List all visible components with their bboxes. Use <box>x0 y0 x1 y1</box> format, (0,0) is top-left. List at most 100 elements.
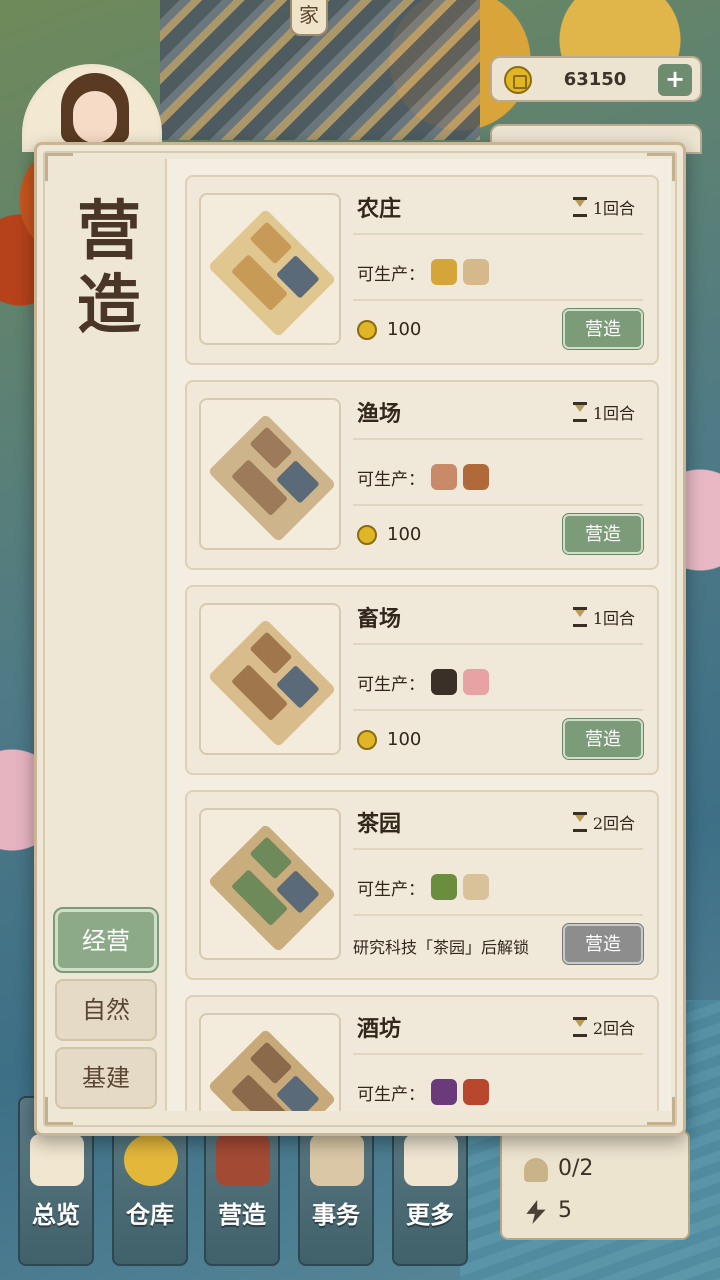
build-duration: 1回合 <box>572 605 635 629</box>
duration-text: 2回合 <box>592 1019 635 1038</box>
building-list[interactable]: 农庄 1回合 可生产： 100 营造 渔场 1回合 可生产： 100 营造 畜场 1回合 可生产： 100… <box>165 159 671 1111</box>
building-name: 渔场 <box>357 401 402 427</box>
workers-count: 0/2 <box>558 1156 594 1181</box>
lightning-icon <box>526 1200 546 1224</box>
cost-value: 100 <box>387 729 422 750</box>
building-thumbnail <box>199 808 341 960</box>
building-name: 茶园 <box>357 811 402 837</box>
hourglass-icon <box>572 607 587 627</box>
shell-icon <box>463 464 489 490</box>
produce-label: 可生产： <box>357 879 425 900</box>
hourglass-icon <box>572 812 587 832</box>
building-illustration <box>207 823 337 953</box>
building-name: 农庄 <box>357 196 402 222</box>
gold-amount: 63150 <box>563 69 627 90</box>
building-name: 酒坊 <box>357 1016 402 1042</box>
build-button[interactable]: 营造 <box>562 513 644 555</box>
family-tag[interactable]: 家 <box>290 0 328 36</box>
gold-coin-icon <box>504 66 532 94</box>
produce-label: 可生产： <box>357 264 425 285</box>
build-button[interactable]: 营造 <box>562 718 644 760</box>
building-illustration <box>207 618 337 748</box>
warehouse-icon <box>124 1134 178 1186</box>
card-divider <box>353 299 643 301</box>
building-card[interactable]: 畜场 1回合可生产： 100 营造 <box>185 585 659 775</box>
category-sidebar: 营造 经营 自然 基建 <box>47 159 165 1111</box>
hourglass-icon <box>572 402 587 422</box>
tea-leaf-icon <box>431 874 457 900</box>
tab-business[interactable]: 经营 <box>53 907 159 973</box>
produce-row: 可生产： <box>357 1079 489 1105</box>
building-thumbnail <box>199 603 341 755</box>
portrait-face <box>73 91 117 143</box>
flour-sack-icon <box>463 259 489 285</box>
cost-value: 100 <box>387 319 422 340</box>
hourglass-icon <box>572 1017 587 1037</box>
card-divider <box>353 233 643 235</box>
produce-label: 可生产： <box>357 469 425 490</box>
resource-panel: 0/2 5 <box>500 1130 690 1240</box>
build-cost: 100 <box>357 729 421 750</box>
duration-text: 2回合 <box>592 814 635 833</box>
nav-build-label: 营造 <box>218 1200 266 1229</box>
tab-nature[interactable]: 自然 <box>55 979 157 1041</box>
duration-text: 1回合 <box>592 609 635 628</box>
duration-text: 1回合 <box>592 404 635 423</box>
building-thumbnail <box>199 193 341 345</box>
energy-count: 5 <box>558 1198 572 1223</box>
building-card[interactable]: 渔场 1回合可生产： 100 营造 <box>185 380 659 570</box>
wine-jar-icon <box>463 1079 489 1105</box>
duration-text: 1回合 <box>592 199 635 218</box>
tab-infrastructure[interactable]: 基建 <box>55 1047 157 1109</box>
produce-row: 可生产： <box>357 669 489 695</box>
tea-cake-icon <box>463 874 489 900</box>
overview-icon <box>30 1134 84 1186</box>
grape-icon <box>431 1079 457 1105</box>
card-divider <box>353 504 643 506</box>
card-divider <box>353 438 643 440</box>
card-divider <box>353 914 643 916</box>
wheat-icon <box>431 259 457 285</box>
nav-affairs-label: 事务 <box>312 1200 360 1229</box>
building-card[interactable]: 农庄 1回合可生产： 100 营造 <box>185 175 659 365</box>
build-duration: 1回合 <box>572 195 635 219</box>
more-icon <box>404 1134 458 1186</box>
card-divider <box>353 848 643 850</box>
card-divider <box>353 1053 643 1055</box>
gold-coin-icon <box>357 729 377 750</box>
card-divider <box>353 643 643 645</box>
produce-label: 可生产： <box>357 674 425 695</box>
cow-icon <box>431 669 457 695</box>
nav-overview-label: 总览 <box>32 1200 80 1229</box>
produce-row: 可生产： <box>357 259 489 285</box>
gold-coin-icon <box>357 524 377 545</box>
produce-row: 可生产： <box>357 464 489 490</box>
gold-coin-icon <box>357 319 377 340</box>
building-card[interactable]: 酒坊 2回合可生产： <box>185 995 659 1111</box>
unlock-requirement: 研究科技「茶园」后解锁 <box>353 938 530 957</box>
build-duration: 2回合 <box>572 810 635 834</box>
building-illustration <box>207 413 337 543</box>
building-illustration <box>207 1028 337 1111</box>
add-gold-button[interactable]: + <box>658 64 692 96</box>
build-cost: 100 <box>357 524 421 545</box>
building-thumbnail <box>199 1013 341 1111</box>
building-name: 畜场 <box>357 606 402 632</box>
build-panel: 营造 经营 自然 基建 农庄 1回合 可生产： 100 营造 渔场 1回合 可生产： 100 营造… <box>34 142 686 1136</box>
produce-row: 可生产： <box>357 874 489 900</box>
build-icon <box>216 1134 270 1186</box>
produce-label: 可生产： <box>357 1084 425 1105</box>
building-illustration <box>207 208 337 338</box>
build-button[interactable]: 营造 <box>562 923 644 965</box>
card-divider <box>353 709 643 711</box>
worker-icon <box>524 1158 548 1182</box>
fish-icon <box>431 464 457 490</box>
hourglass-icon <box>572 197 587 217</box>
nav-warehouse-label: 仓库 <box>126 1200 174 1229</box>
build-button[interactable]: 营造 <box>562 308 644 350</box>
building-card[interactable]: 茶园 2回合可生产： 研究科技「茶园」后解锁 营造 <box>185 790 659 980</box>
build-cost: 100 <box>357 319 421 340</box>
affairs-icon <box>310 1134 364 1186</box>
build-duration: 1回合 <box>572 400 635 424</box>
build-duration: 2回合 <box>572 1015 635 1039</box>
